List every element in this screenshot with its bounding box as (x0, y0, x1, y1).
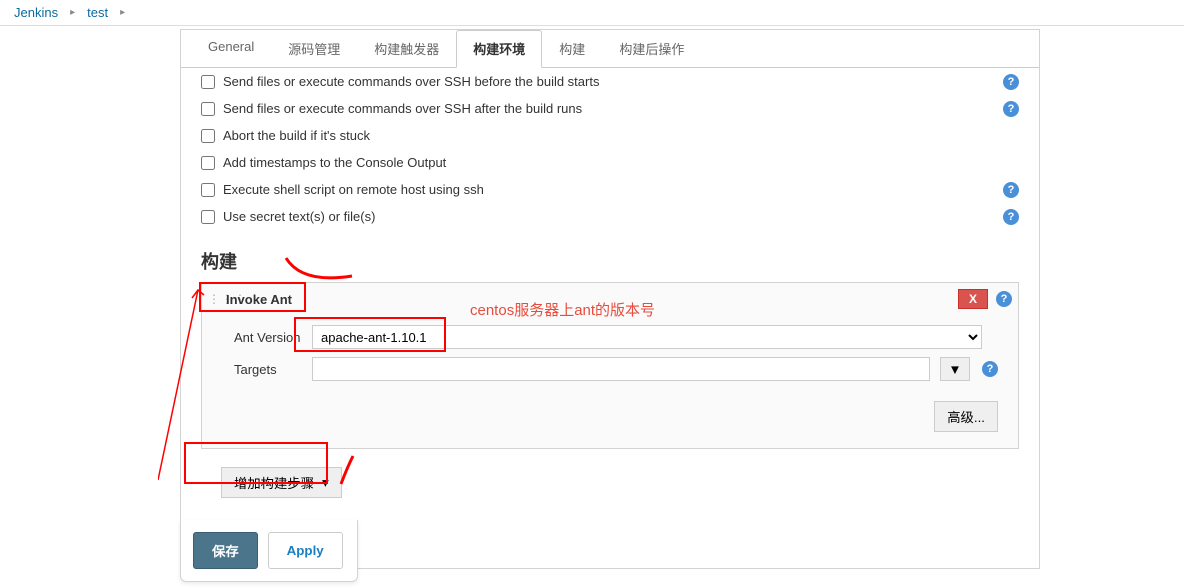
drag-handle-icon[interactable]: ⋮⋮⋮ (208, 292, 220, 306)
build-step-title: Invoke Ant (226, 292, 292, 307)
tab-triggers[interactable]: 构建触发器 (357, 30, 456, 67)
chevron-down-icon: ▼ (948, 362, 961, 377)
checkbox-label: Send files or execute commands over SSH … (223, 101, 582, 116)
checkbox-remote-ssh[interactable] (201, 183, 215, 197)
chevron-right-icon: ▸ (64, 7, 81, 18)
section-title-build: 构建 (201, 248, 1019, 274)
breadcrumb-jenkins[interactable]: Jenkins (8, 3, 64, 22)
checkbox-ssh-before[interactable] (201, 75, 215, 89)
help-icon[interactable]: ? (982, 361, 998, 377)
config-tabs: General 源码管理 构建触发器 构建环境 构建 构建后操作 (181, 30, 1039, 68)
help-icon[interactable]: ? (1003, 74, 1019, 90)
tab-build[interactable]: 构建 (542, 30, 602, 67)
targets-label: Targets (234, 362, 312, 377)
delete-step-button[interactable]: X (958, 289, 988, 309)
tab-build-env[interactable]: 构建环境 (456, 30, 542, 68)
tab-scm[interactable]: 源码管理 (271, 30, 357, 67)
help-icon[interactable]: ? (1003, 209, 1019, 225)
tab-post-build[interactable]: 构建后操作 (602, 30, 701, 67)
chevron-down-icon: ▾ (322, 475, 329, 491)
build-env-checkboxes: Send files or execute commands over SSH … (201, 68, 1019, 230)
checkbox-secret-text[interactable] (201, 210, 215, 224)
breadcrumb-test[interactable]: test (81, 3, 114, 22)
checkbox-timestamps[interactable] (201, 156, 215, 170)
checkbox-abort-stuck[interactable] (201, 129, 215, 143)
help-icon[interactable]: ? (1003, 101, 1019, 117)
ant-version-label: Ant Version (234, 330, 312, 345)
checkbox-label: Use secret text(s) or file(s) (223, 209, 375, 224)
targets-input[interactable] (312, 357, 930, 381)
save-button[interactable]: 保存 (193, 532, 258, 569)
apply-button[interactable]: Apply (268, 532, 343, 569)
footer-bar: 保存 Apply (180, 520, 358, 582)
ant-version-select[interactable]: apache-ant-1.10.1 (312, 325, 982, 349)
tab-general[interactable]: General (191, 30, 271, 67)
breadcrumb: Jenkins ▸ test ▸ (0, 0, 1184, 26)
help-icon[interactable]: ? (1003, 182, 1019, 198)
add-step-label: 增加构建步骤 (234, 473, 314, 492)
chevron-right-icon: ▸ (114, 7, 131, 18)
checkbox-label: Send files or execute commands over SSH … (223, 74, 599, 89)
checkbox-label: Execute shell script on remote host usin… (223, 182, 484, 197)
checkbox-label: Add timestamps to the Console Output (223, 155, 446, 170)
targets-dropdown-button[interactable]: ▼ (940, 357, 970, 381)
add-build-step-button[interactable]: 增加构建步骤 ▾ (221, 467, 342, 498)
annotation-text: centos服务器上ant的版本号 (470, 299, 655, 320)
help-icon[interactable]: ? (996, 291, 1012, 307)
checkbox-label: Abort the build if it's stuck (223, 128, 370, 143)
advanced-button[interactable]: 高级... (934, 401, 998, 432)
checkbox-ssh-after[interactable] (201, 102, 215, 116)
